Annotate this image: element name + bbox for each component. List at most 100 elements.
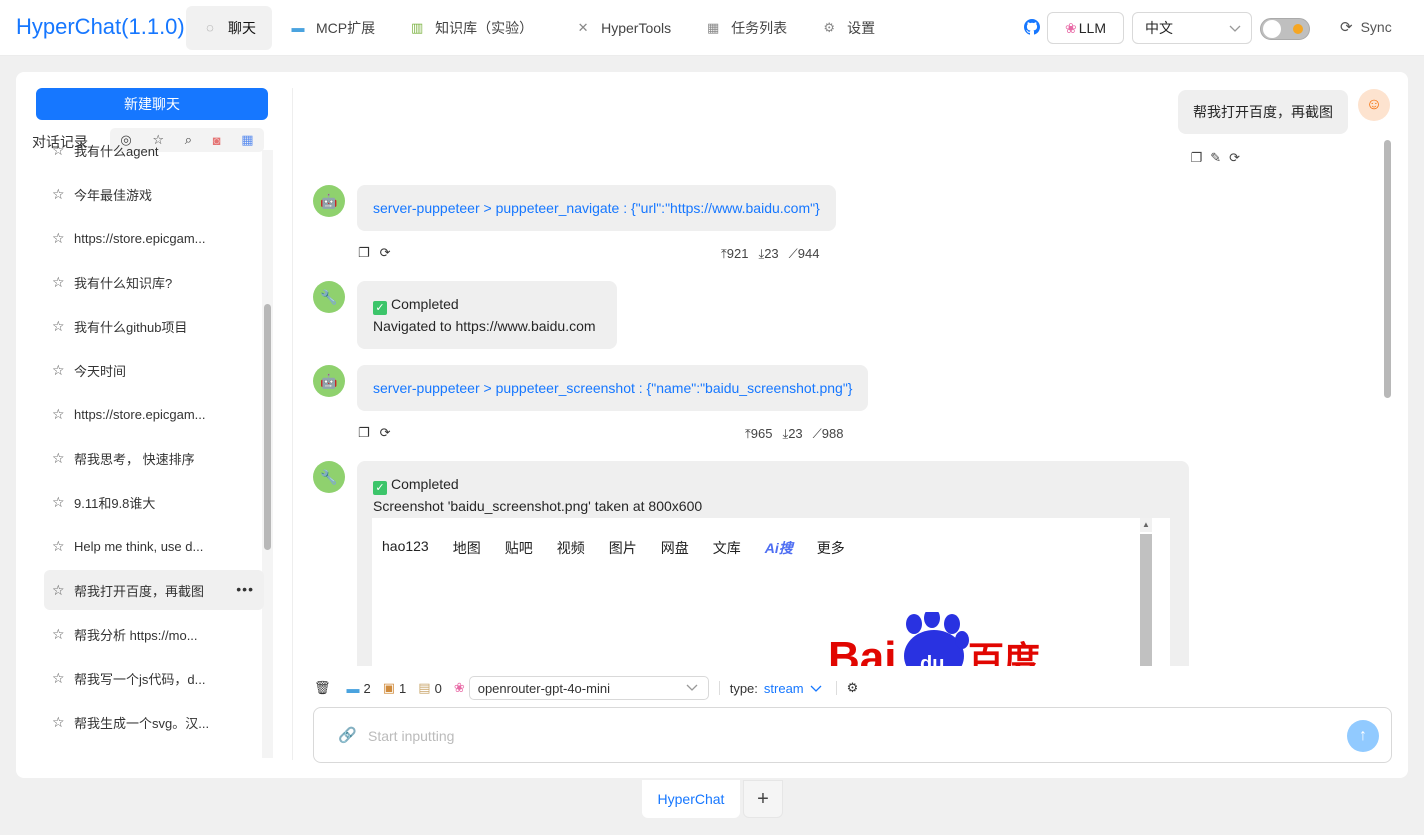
scroll-icon: ▤ <box>418 680 431 695</box>
new-chat-button[interactable]: 新建聊天 <box>36 88 268 120</box>
sync-button[interactable]: ⟳ Sync <box>1340 18 1392 36</box>
history-item-label: 帮我分析 https://mo... <box>74 627 198 643</box>
nav-task-list[interactable]: ▦ 任务列表 <box>689 6 803 50</box>
history-item[interactable]: ☆ 我有什么github项目 <box>44 306 264 346</box>
upload-tokens: ⤒921 <box>721 246 749 261</box>
copy-icon[interactable]: ❐ <box>1191 150 1203 166</box>
tab-hyperchat[interactable]: HyperChat <box>642 780 740 818</box>
copy-icon[interactable]: ❐ <box>358 245 370 261</box>
nav-mcp[interactable]: ▬ MCP扩展 <box>274 6 391 50</box>
history-item[interactable]: ☆ 帮我打开百度，再截图 ••• <box>44 570 264 610</box>
history-item[interactable]: ☆ 我有什么agent <box>44 144 264 170</box>
nav-hypertools[interactable]: ✕ HyperTools <box>559 6 687 50</box>
main-nav: ◌ 聊天 ▬ MCP扩展 ▥ 知识库（实验） ✕ HyperTools ▦ 任务… <box>186 6 893 50</box>
download-tokens: ⤓23 <box>782 426 803 441</box>
nav-knowledge-base[interactable]: ▥ 知识库（实验） <box>393 6 549 50</box>
toolbar-separator <box>718 681 720 695</box>
nav-chat[interactable]: ◌ 聊天 <box>186 6 272 50</box>
star-icon[interactable]: ☆ <box>52 538 66 555</box>
check-icon: ✓ <box>373 301 387 315</box>
theme-toggle[interactable] <box>1260 18 1310 40</box>
history-item-label: 帮我思考， 快速排序 <box>74 451 195 467</box>
type-select[interactable]: stream <box>764 681 804 696</box>
star-icon[interactable]: ☆ <box>52 670 66 687</box>
monitor-icon: ▬ <box>346 680 360 696</box>
history-item-label: 帮我打开百度，再截图 <box>74 583 205 599</box>
toggle-knob <box>1263 20 1281 38</box>
refresh-icon[interactable]: ⟳ <box>380 425 391 441</box>
tool-call-screenshot[interactable]: server-puppeteer > puppeteer_screenshot … <box>357 365 869 411</box>
message-input[interactable] <box>368 724 1268 748</box>
baidu-logo-left: Bai <box>828 633 896 666</box>
message-input-box: 🔗 ↑ <box>313 707 1392 763</box>
sidebar-scrollbar[interactable] <box>264 304 271 550</box>
brain-icon: ❀ <box>1065 19 1077 36</box>
history-item[interactable]: ☆ 帮我写一个js代码，d... <box>44 658 264 698</box>
history-item[interactable]: ☆ 帮我思考， 快速排序 <box>44 438 264 478</box>
edit-icon[interactable]: ✎ <box>1210 150 1221 166</box>
mcp-count-button[interactable]: ▬ 2 <box>347 681 371 696</box>
chevron-down-icon[interactable] <box>810 681 822 695</box>
sun-icon <box>1293 24 1303 34</box>
star-icon[interactable]: ☆ <box>52 144 66 159</box>
user-message: 帮我打开百度，再截图 <box>1178 90 1348 134</box>
baidu-nav: hao123 地图 贴吧 视频 图片 网盘 文库 Ai搜 更多 <box>382 538 845 556</box>
add-tab-button[interactable]: + <box>743 780 783 818</box>
screenshot-scrollbar[interactable] <box>1140 534 1152 666</box>
screenshot-scroll-up[interactable]: ▲ <box>1140 518 1152 532</box>
star-icon[interactable]: ☆ <box>52 274 66 291</box>
star-icon[interactable]: ☆ <box>52 362 66 379</box>
prompt-count-button[interactable]: ▤ 0 <box>418 680 442 696</box>
baidu-logo-center: du <box>920 653 944 666</box>
brain-icon: ❀ <box>453 680 465 695</box>
type-label: type: <box>729 680 758 696</box>
language-select[interactable]: 中文 <box>1132 12 1252 44</box>
chat-scrollbar[interactable] <box>1384 140 1391 398</box>
history-item-label: 9.11和9.8谁大 <box>74 495 156 511</box>
nav-settings[interactable]: ⚙ 设置 <box>805 6 891 50</box>
history-item[interactable]: ☆ 帮我生成一个svg。汉... <box>44 702 264 742</box>
history-item[interactable]: ☆ 我有什么知识库? <box>44 262 264 302</box>
github-icon[interactable] <box>1024 19 1040 35</box>
calendar-icon: ▦ <box>707 20 720 35</box>
kb-count-button[interactable]: ▣ 1 <box>383 680 407 696</box>
more-options-icon[interactable]: ••• <box>236 581 254 597</box>
settings-gear-icon[interactable]: ⚙ <box>847 680 859 696</box>
refresh-icon[interactable]: ⟳ <box>1229 150 1240 166</box>
history-item[interactable]: ☆ 今天时间 <box>44 350 264 390</box>
history-item[interactable]: ☆ https://store.epicgam... <box>44 218 264 258</box>
send-button[interactable]: ↑ <box>1347 720 1379 752</box>
tool-call-navigate[interactable]: server-puppeteer > puppeteer_navigate : … <box>357 185 836 231</box>
clear-button[interactable]: 🗑 <box>314 680 335 696</box>
star-icon[interactable]: ☆ <box>52 230 66 247</box>
refresh-icon[interactable]: ⟳ <box>380 245 391 261</box>
attach-link-icon[interactable]: 🔗 <box>338 726 357 744</box>
bot-avatar-icon: 🤖 <box>313 365 345 397</box>
star-icon[interactable]: ☆ <box>52 714 66 731</box>
chat-area: 帮我打开百度，再截图 ☺ ❐ ✎ ⟳ 🤖 server-puppeteer > … <box>296 72 1400 666</box>
history-item-label: 我有什么github项目 <box>74 319 188 335</box>
history-item[interactable]: ☆ 今年最佳游戏 <box>44 174 264 214</box>
copy-icon[interactable]: ❐ <box>358 425 370 441</box>
star-icon[interactable]: ☆ <box>52 318 66 335</box>
tools-icon: ✕ <box>577 20 589 35</box>
baidu-logo-right: 百度 <box>968 640 1040 666</box>
star-icon[interactable]: ☆ <box>52 582 66 599</box>
history-item-label: https://store.epicgam... <box>74 406 206 422</box>
history-item[interactable]: ☆ 9.11和9.8谁大 <box>44 482 264 522</box>
star-icon[interactable]: ☆ <box>52 186 66 203</box>
message-actions: ❐ ⟳ <box>358 245 391 261</box>
download-tokens: ⤓23 <box>758 246 779 261</box>
star-icon[interactable]: ☆ <box>52 494 66 511</box>
star-icon[interactable]: ☆ <box>52 450 66 467</box>
llm-button[interactable]: ❀ LLM <box>1047 12 1124 44</box>
star-icon[interactable]: ☆ <box>52 406 66 423</box>
main-panel: 新建聊天 对话记录 ◎ ☆ ⌕ ◙ ▦ ☆ 我有什么agent ☆ 今年最佳游戏 ☆ ht… <box>16 72 1408 778</box>
history-item[interactable]: ☆ 帮我分析 https://mo... <box>44 614 264 654</box>
total-tokens: ⟋944 <box>788 246 820 261</box>
history-item[interactable]: ☆ https://store.epicgam... <box>44 394 264 434</box>
model-select[interactable]: openrouter-gpt-4o-mini <box>468 676 709 700</box>
history-item[interactable]: ☆ Help me think, use d... <box>44 526 264 566</box>
star-icon[interactable]: ☆ <box>52 626 66 643</box>
monitor-icon: ▬ <box>291 20 305 35</box>
